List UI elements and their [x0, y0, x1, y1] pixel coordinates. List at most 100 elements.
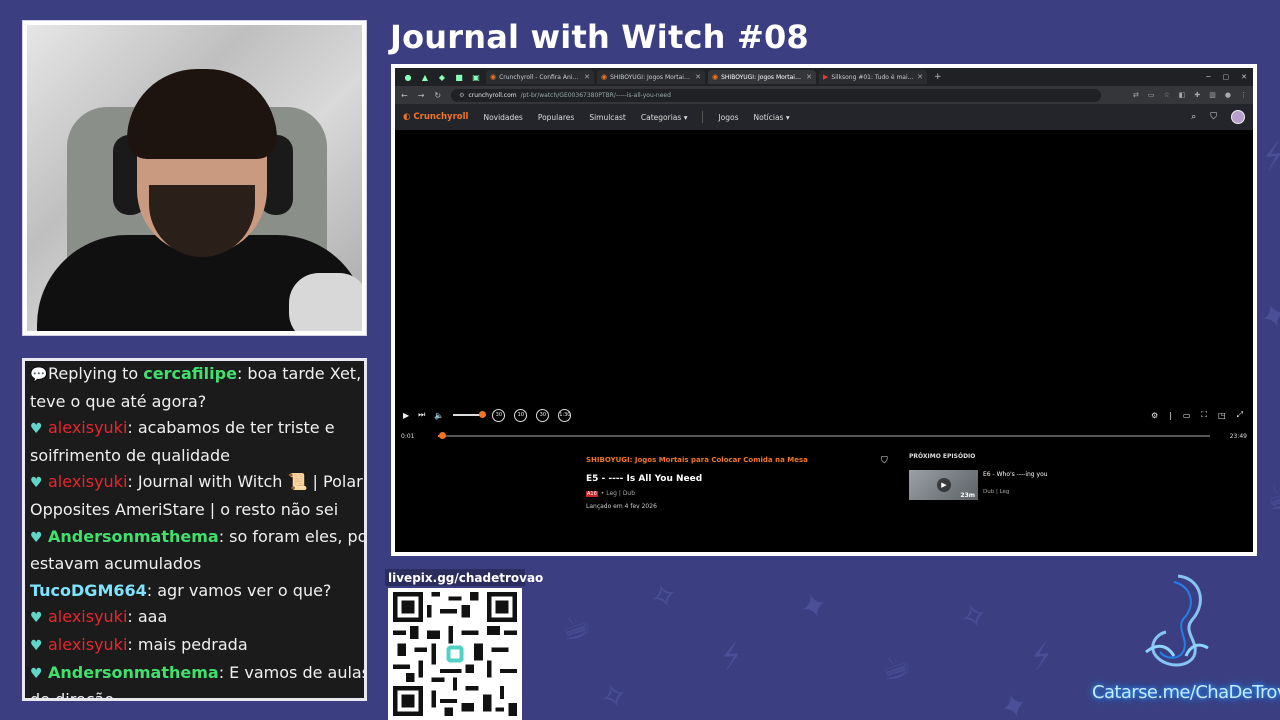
translate-icon[interactable]: ⇄ — [1133, 91, 1139, 99]
address-bar: ← → ↻ ⚙ crunchyroll.com/pt-br/watch/GE00… — [395, 86, 1253, 104]
fullscreen-icon[interactable]: ⤢ — [1237, 410, 1243, 420]
time-row: 0:01 23:49 — [401, 430, 1247, 442]
chat-message: ♥ Andersonmathema: so foram eles, pois es… — [30, 524, 364, 578]
chat-username: Andersonmathema — [48, 526, 219, 546]
progress-knob[interactable] — [439, 432, 447, 439]
maximize-icon[interactable]: ▢ — [1223, 73, 1230, 81]
browser-window: ● ▲ ◆ ■ ▣ ◉ Crunchyroll - Confira Animes… — [391, 64, 1257, 556]
browser-tab[interactable]: ◉ Crunchyroll - Confira Animes Em... ✕ — [486, 70, 594, 84]
nav-populares[interactable]: Populares — [538, 113, 574, 122]
volume-slider[interactable] — [453, 411, 487, 418]
settings-icon[interactable]: ⚙ — [1151, 411, 1158, 420]
chat-panel: 💬Replying to cercafilipe: boa tarde Xet,… — [22, 358, 367, 701]
profile-icon[interactable]: ● — [1225, 91, 1231, 99]
badge-icon: ♥ — [30, 610, 43, 627]
catarse-logo-icon — [1145, 574, 1209, 667]
chevron-down-icon: ▾ — [683, 112, 688, 122]
webcam-video — [27, 25, 362, 331]
close-icon[interactable]: ✕ — [695, 73, 701, 81]
theater-icon[interactable]: ▭ — [1183, 411, 1191, 420]
forward-30-icon[interactable]: 30 — [536, 408, 550, 422]
play-icon[interactable]: ▶ — [937, 478, 951, 492]
crunchyroll-icon: ◉ — [712, 73, 719, 81]
pinned-tab-icon[interactable]: ◆ — [435, 71, 449, 83]
nav-novidades[interactable]: Novidades — [483, 113, 522, 122]
nav-divider — [702, 111, 704, 123]
chat-reply-prefix: Replying to — [48, 364, 144, 383]
progress-bar[interactable] — [438, 432, 1210, 439]
bookmark-icon[interactable]: ⛉ — [881, 456, 888, 466]
search-icon[interactable]: ⌕ — [1191, 112, 1196, 122]
fullscreen-window-icon[interactable]: ⛶ — [1201, 410, 1207, 420]
stream-title: Journal with Witch #08 — [390, 18, 809, 56]
pinned-tab-icon[interactable]: ● — [401, 71, 415, 83]
url-input[interactable]: ⚙ crunchyroll.com/pt-br/watch/GE00367380… — [451, 88, 1102, 102]
puzzle-icon[interactable]: ✚ — [1194, 91, 1200, 99]
current-time: 0:01 — [401, 432, 415, 440]
rewind-10-icon[interactable]: 10 — [514, 408, 528, 422]
chat-text: : Journal with Witch — [127, 472, 283, 492]
cast-icon[interactable]: ▭ — [1148, 91, 1155, 99]
pinned-tab-icon[interactable]: ▣ — [469, 71, 483, 83]
nav-categorias[interactable]: Categorias ▾ — [641, 113, 688, 122]
url-path: /pt-br/watch/GE00367380PTBR/-----is-all-… — [520, 91, 671, 99]
play-icon[interactable]: ▶ — [403, 411, 409, 420]
forward-icon[interactable]: → — [418, 91, 425, 100]
logo-text: Crunchyroll — [413, 112, 469, 122]
next-episode-thumbnail[interactable]: ▶ 23m — [909, 470, 978, 500]
badge-icon: ♥ — [30, 665, 43, 682]
tab-title: SHIBOYUGI: Jogos Mortais para... — [610, 73, 692, 81]
pip-icon[interactable]: ◳ — [1218, 411, 1226, 420]
site-info-icon[interactable]: ⚙ — [459, 92, 464, 99]
badge-icon: ♥ — [30, 637, 43, 654]
nav-noticias[interactable]: Notícias ▾ — [754, 113, 790, 122]
minimize-icon[interactable]: ─ — [1206, 73, 1210, 81]
rewind-30-icon[interactable]: 30 — [492, 408, 506, 422]
next-episode-title[interactable]: E6 - Who's ----ing you — [983, 471, 1048, 478]
video-player[interactable]: ▶ ⏭ 🔈 30 10 30 1:30 ⚙ | ▭ ⛶ ◳ ⤢ 0:01 23:… — [395, 130, 1253, 450]
close-icon[interactable]: ✕ — [584, 73, 590, 81]
reload-icon[interactable]: ↻ — [434, 91, 441, 100]
next-icon[interactable]: ⏭ — [418, 410, 425, 420]
pinned-tab-icon[interactable]: ■ — [452, 71, 466, 83]
pinned-tab-icon[interactable]: ▲ — [418, 71, 432, 83]
player-controls: ▶ ⏭ 🔈 30 10 30 1:30 ⚙ | ▭ ⛶ ◳ ⤢ 0:01 23:… — [395, 406, 1253, 450]
close-icon[interactable]: ✕ — [806, 73, 812, 81]
volume-icon[interactable]: 🔈 — [434, 411, 444, 420]
nav-categorias-label: Categorias — [640, 112, 682, 122]
browser-tab[interactable]: ▶ Silksong #01: Tudo é mais bom... ✕ — [819, 70, 927, 84]
new-tab-icon[interactable]: + — [930, 72, 946, 82]
livepix-link: livepix.gg/chadetrovao — [385, 569, 543, 586]
forward-90-icon[interactable]: 1:30 — [558, 408, 572, 422]
chat-text: : mais pedrada — [127, 634, 248, 654]
chat-username: TucoDGM664 — [30, 580, 147, 600]
chat-message: ♥ alexisyuki: acabamos de ter triste e so… — [30, 415, 364, 469]
divider-icon: | — [1169, 410, 1172, 420]
qr-code — [388, 588, 522, 720]
close-icon[interactable]: ✕ — [917, 73, 923, 81]
menu-icon[interactable]: ⋮ — [1240, 91, 1247, 99]
watchlist-icon[interactable]: ⛉ — [1210, 112, 1217, 122]
nav-jogos[interactable]: Jogos — [718, 113, 738, 122]
chat-text: : aaa — [127, 607, 168, 627]
bookmark-star-icon[interactable]: ☆ — [1163, 91, 1169, 99]
episode-info: SHIBOYUGI: Jogos Mortais para Colocar Co… — [395, 450, 1253, 550]
volume-knob[interactable] — [479, 411, 487, 418]
crunchyroll-logo[interactable]: ◐ Crunchyroll — [403, 112, 468, 122]
extension-icon[interactable]: ◧ — [1179, 91, 1186, 99]
chat-username: Andersonmathema — [48, 662, 219, 682]
series-link[interactable]: SHIBOYUGI: Jogos Mortais para Colocar Co… — [586, 456, 808, 464]
browser-tab[interactable]: ◉ SHIBOYUGI: Jogos Mortais para... ✕ — [597, 70, 705, 84]
next-episode-heading: PRÓXIMO EPISÓDIO — [909, 453, 976, 460]
nav-noticias-label: Notícias — [753, 112, 784, 122]
avatar[interactable] — [1231, 110, 1245, 124]
chevron-down-icon: ▾ — [785, 112, 790, 122]
sidepanel-icon[interactable]: ▥ — [1209, 91, 1216, 99]
close-window-icon[interactable]: ✕ — [1241, 73, 1247, 81]
nav-simulcast[interactable]: Simulcast — [589, 113, 626, 122]
browser-tab-active[interactable]: ◉ SHIBOYUGI: Jogos Mortais para... ✕ — [708, 70, 816, 84]
badge-icon: ♥ — [30, 421, 43, 438]
badge-icon: ♥ — [30, 475, 43, 492]
back-icon[interactable]: ← — [401, 91, 408, 100]
episode-meta: A16 • Leg | Dub — [586, 490, 635, 497]
